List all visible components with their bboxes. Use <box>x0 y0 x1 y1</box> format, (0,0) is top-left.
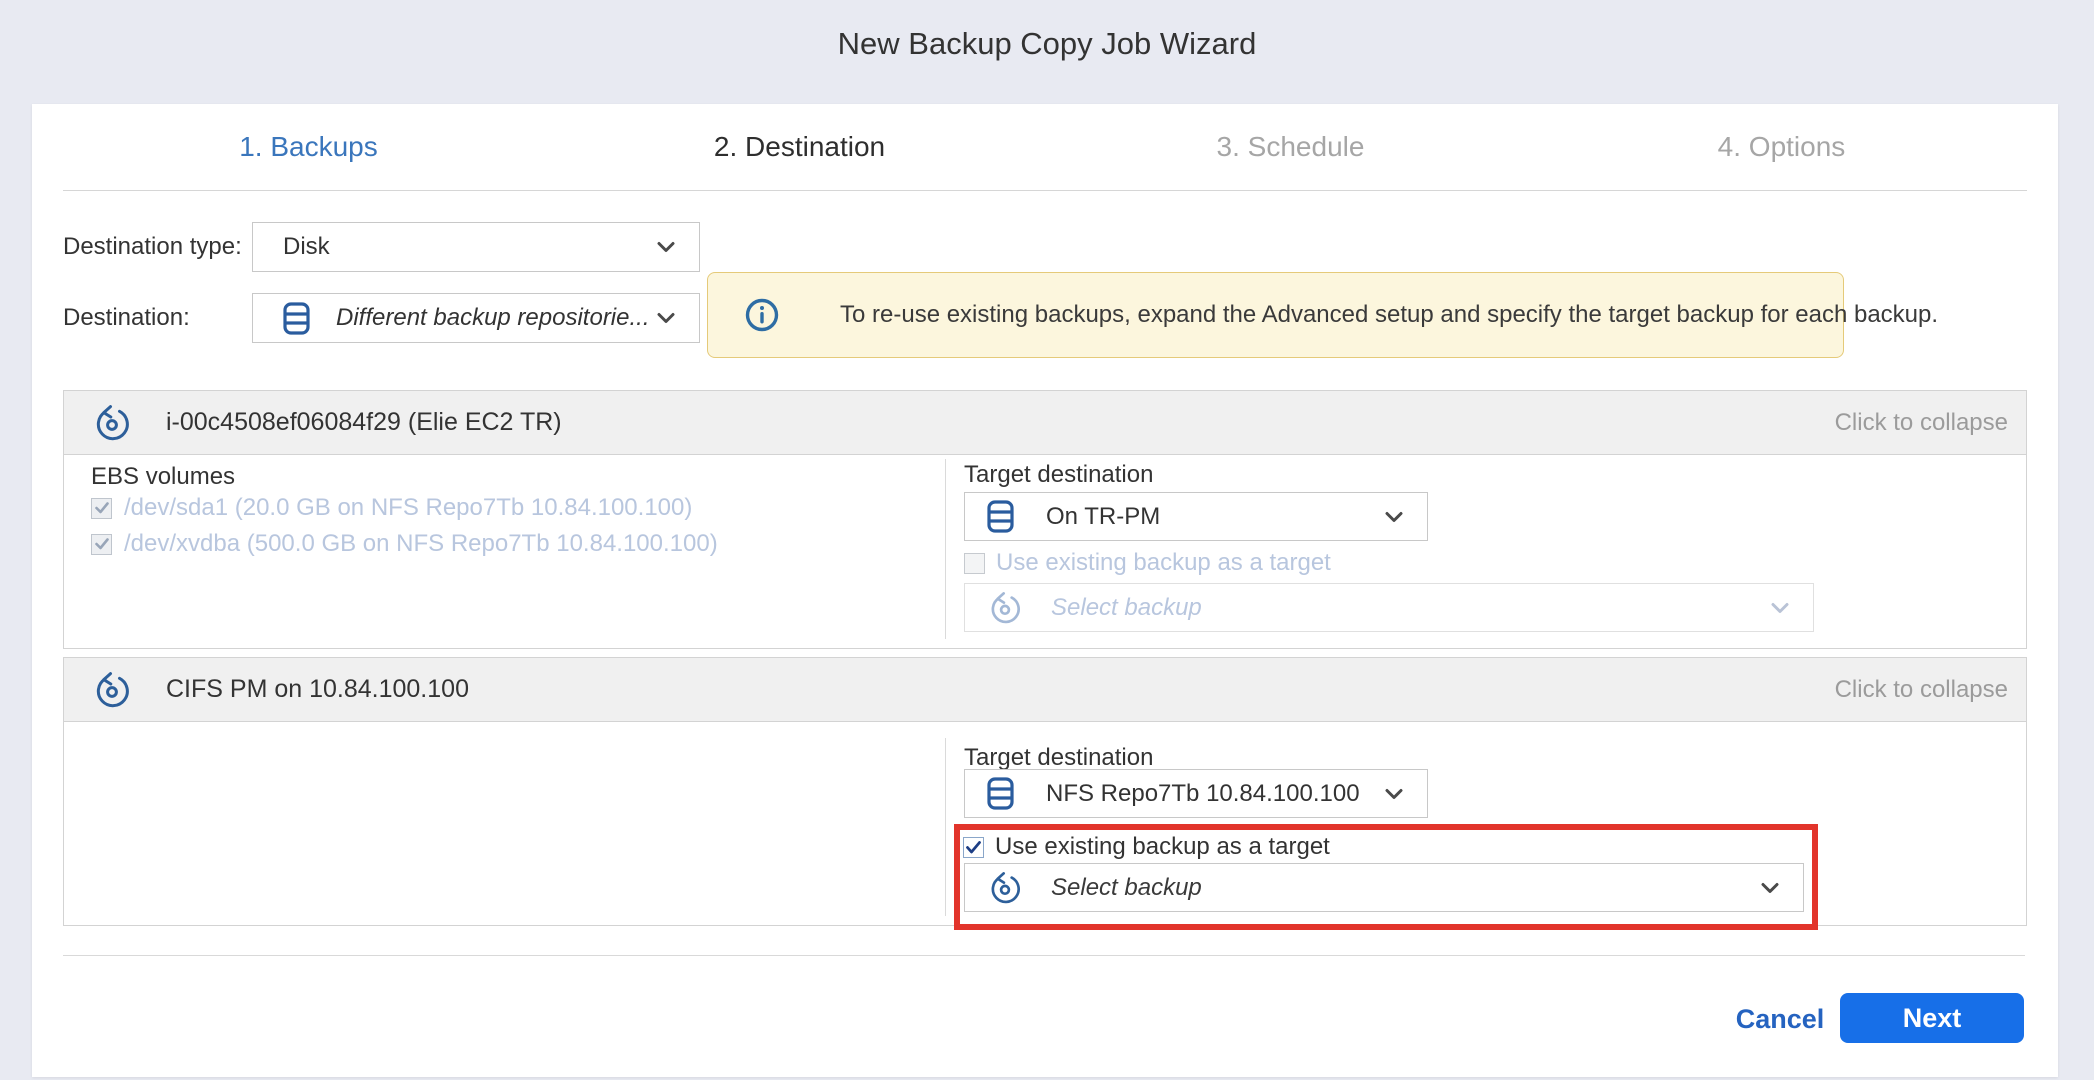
wizard-dialog: 1. Backups 2. Destination 3. Schedule 4.… <box>32 104 2058 1077</box>
repository-icon <box>987 500 1014 533</box>
destination-type-label: Destination type: <box>63 222 242 272</box>
chevron-down-icon <box>657 313 675 324</box>
use-existing-row: Use existing backup as a target <box>963 832 1330 862</box>
wizard-steps: 1. Backups 2. Destination 3. Schedule 4.… <box>63 104 2027 190</box>
destination-select[interactable]: Different backup repositorie... <box>252 293 700 343</box>
target-destination-heading: Target destination <box>964 744 1153 772</box>
target-destination-heading: Target destination <box>964 461 1153 489</box>
column-divider <box>945 459 946 639</box>
select-backup-dropdown[interactable]: Select backup <box>964 863 1804 912</box>
info-icon <box>744 297 780 333</box>
volume-checkbox <box>91 534 112 555</box>
use-existing-checkbox <box>964 553 985 574</box>
backup-icon <box>989 872 1021 904</box>
use-existing-checkbox[interactable] <box>963 837 984 858</box>
destination-type-select[interactable]: Disk <box>252 222 700 272</box>
volume-row: /dev/sda1 (20.0 GB on NFS Repo7Tb 10.84.… <box>91 494 692 522</box>
page-title: New Backup Copy Job Wizard <box>0 26 2094 62</box>
info-banner: To re-use existing backups, expand the A… <box>707 272 1844 358</box>
backup-icon <box>94 672 130 708</box>
tab-destination[interactable]: 2. Destination <box>554 104 1045 190</box>
repository-icon <box>283 302 310 335</box>
footer-divider <box>63 955 2025 956</box>
tab-schedule[interactable]: 3. Schedule <box>1045 104 1536 190</box>
backup-section-cifs: CIFS PM on 10.84.100.100 Click to collap… <box>63 657 2027 926</box>
chevron-down-icon <box>1385 788 1403 799</box>
chevron-down-icon <box>657 242 675 253</box>
column-divider <box>945 738 946 916</box>
chevron-down-icon <box>1385 511 1403 522</box>
repository-icon <box>987 777 1014 810</box>
repository-value: On TR-PM <box>1046 503 1160 531</box>
section-title: i-00c4508ef06084f29 (Elie EC2 TR) <box>166 408 562 437</box>
chevron-down-icon <box>1771 602 1789 613</box>
backup-section-ec2: i-00c4508ef06084f29 (Elie EC2 TR) Click … <box>63 390 2027 649</box>
select-backup-placeholder: Select backup <box>1051 594 1202 622</box>
tab-options[interactable]: 4. Options <box>1536 104 2027 190</box>
use-existing-label: Use existing backup as a target <box>996 549 1331 577</box>
use-existing-label: Use existing backup as a target <box>995 833 1330 861</box>
highlight-box: Use existing backup as a target Select b… <box>954 824 1818 930</box>
section-header-cifs[interactable]: CIFS PM on 10.84.100.100 Click to collap… <box>64 658 2026 722</box>
backup-icon <box>94 405 130 441</box>
destination-type-value: Disk <box>283 233 330 261</box>
info-message: To re-use existing backups, expand the A… <box>840 301 1938 329</box>
section-header-ec2[interactable]: i-00c4508ef06084f29 (Elie EC2 TR) Click … <box>64 391 2026 455</box>
repository-value: NFS Repo7Tb 10.84.100.100 <box>1046 780 1360 808</box>
collapse-hint: Click to collapse <box>1835 409 2008 437</box>
backup-icon <box>989 592 1021 624</box>
tab-backups[interactable]: 1. Backups <box>63 104 554 190</box>
volume-label: /dev/sda1 (20.0 GB on NFS Repo7Tb 10.84.… <box>124 494 692 522</box>
collapse-hint: Click to collapse <box>1835 676 2008 704</box>
volume-row: /dev/xvdba (500.0 GB on NFS Repo7Tb 10.8… <box>91 530 718 558</box>
destination-label: Destination: <box>63 293 190 343</box>
select-backup-dropdown: Select backup <box>964 583 1814 632</box>
volume-checkbox <box>91 498 112 519</box>
next-button[interactable]: Next <box>1840 993 2024 1043</box>
chevron-down-icon <box>1761 882 1779 893</box>
repository-select[interactable]: NFS Repo7Tb 10.84.100.100 <box>964 769 1428 818</box>
steps-divider <box>63 190 2027 191</box>
repository-select[interactable]: On TR-PM <box>964 492 1428 541</box>
use-existing-row: Use existing backup as a target <box>964 549 1331 577</box>
destination-value: Different backup repositorie... <box>336 304 650 332</box>
section-title: CIFS PM on 10.84.100.100 <box>166 675 469 704</box>
cancel-button[interactable]: Cancel <box>1720 993 1840 1043</box>
select-backup-placeholder: Select backup <box>1051 874 1202 902</box>
volume-label: /dev/xvdba (500.0 GB on NFS Repo7Tb 10.8… <box>124 530 718 558</box>
ebs-volumes-heading: EBS volumes <box>91 463 235 491</box>
